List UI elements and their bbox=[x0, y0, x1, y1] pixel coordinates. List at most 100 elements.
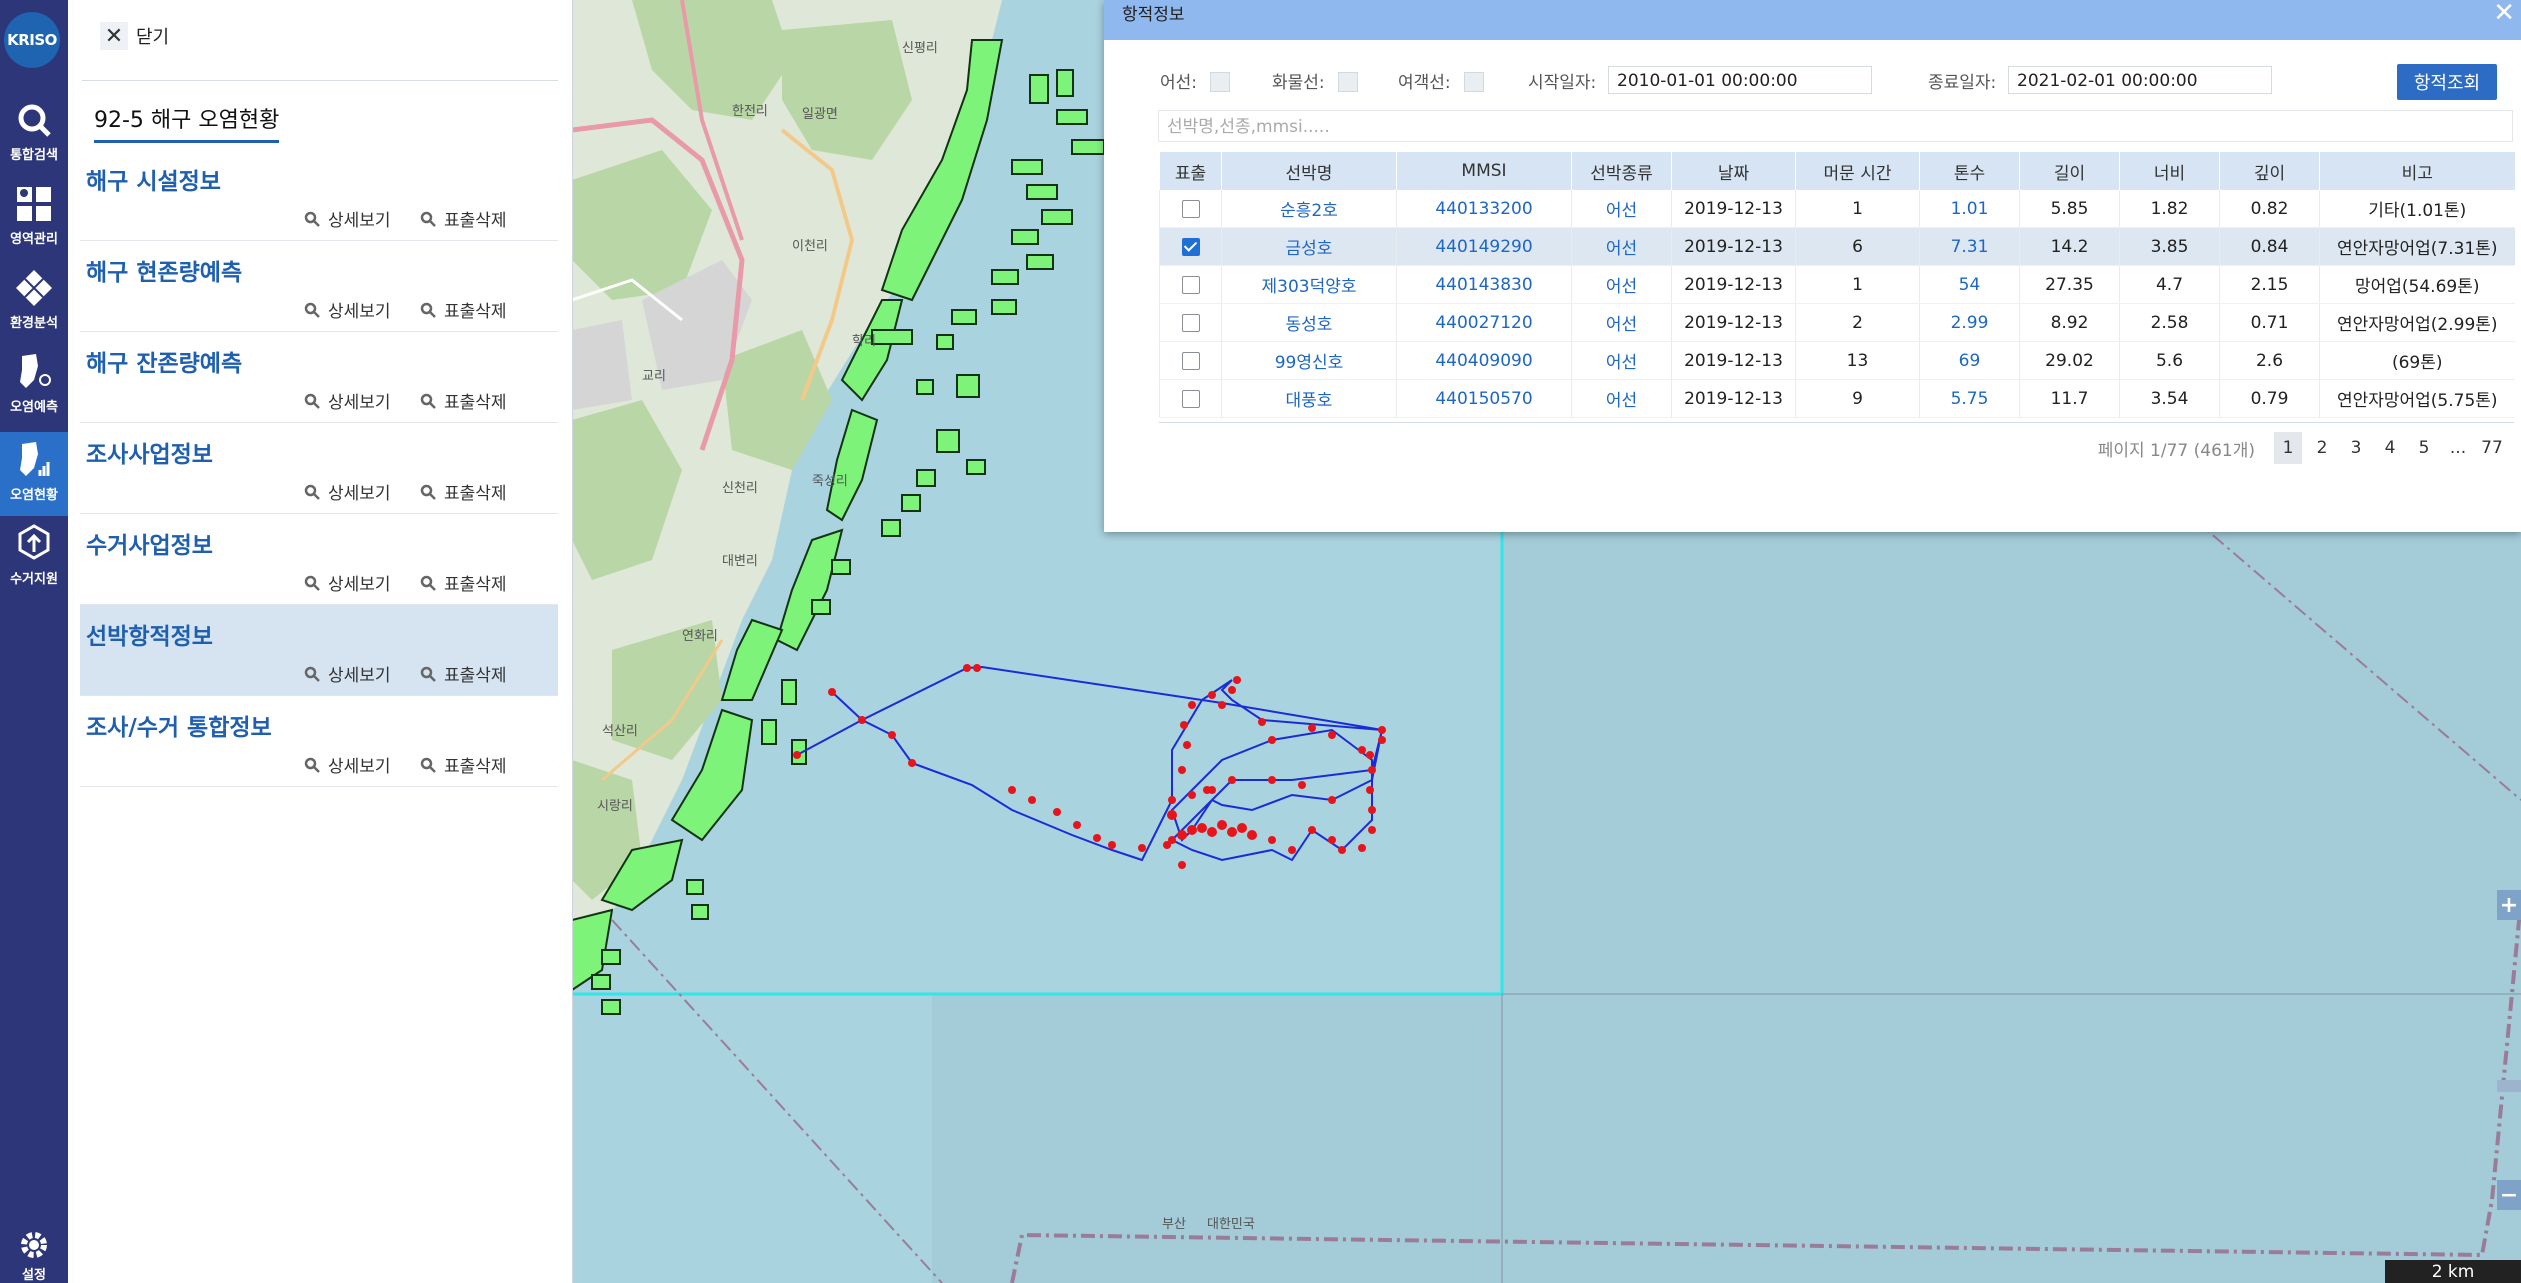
passenger-filter-checkbox[interactable] bbox=[1464, 72, 1484, 92]
remove-display-button[interactable]: 표출삭제 bbox=[420, 570, 507, 595]
mmsi-link[interactable]: 440143830 bbox=[1396, 265, 1572, 304]
rail-label: 통합검색 bbox=[10, 148, 58, 163]
menu-item-label[interactable]: 선박항적정보 bbox=[86, 617, 213, 651]
menu-item-selected: 선박항적정보 상세보기 표출삭제 bbox=[80, 605, 558, 696]
cargo-filter-checkbox[interactable] bbox=[1338, 72, 1358, 92]
vessel-name-link[interactable]: 제303덕양호 bbox=[1221, 265, 1397, 304]
remove-display-button[interactable]: 표출삭제 bbox=[420, 479, 507, 504]
page-button[interactable]: 2 bbox=[2308, 432, 2336, 464]
stay-time-cell: 1 bbox=[1795, 190, 1920, 228]
display-checkbox[interactable] bbox=[1181, 313, 1200, 332]
mmsi-link[interactable]: 440150570 bbox=[1396, 379, 1572, 418]
rail-item-pollution-forecast[interactable]: 오염예측 bbox=[0, 344, 68, 428]
page-button-last[interactable]: 77 bbox=[2478, 432, 2506, 464]
remove-display-button[interactable]: 표출삭제 bbox=[420, 388, 507, 413]
remove-display-button[interactable]: 표출삭제 bbox=[420, 206, 507, 231]
tonnage-cell: 7.31 bbox=[1919, 227, 2020, 266]
map-label: 대변리 bbox=[722, 554, 758, 569]
table-row-selected[interactable]: 금성호 440149290 어선 2019-12-13 6 7.31 14.2 … bbox=[1159, 227, 2515, 266]
menu-item: 조사사업정보 상세보기 표출삭제 bbox=[80, 423, 558, 514]
menu-item-label[interactable]: 해구 현존량예측 bbox=[86, 253, 242, 287]
rail-item-integrated-search[interactable]: 통합검색 bbox=[0, 92, 68, 176]
detail-view-button[interactable]: 상세보기 bbox=[304, 479, 391, 504]
page-button[interactable]: 4 bbox=[2376, 432, 2404, 464]
table-row[interactable]: 99영신호 440409090 어선 2019-12-13 13 69 29.0… bbox=[1159, 341, 2515, 380]
vessel-name-link[interactable]: 99영신호 bbox=[1221, 341, 1397, 380]
rail-item-collection-support[interactable]: 수거지원 bbox=[0, 516, 68, 600]
vessel-name-link[interactable]: 대풍호 bbox=[1221, 379, 1397, 418]
table-row[interactable]: 순흥2호 440133200 어선 2019-12-13 1 1.01 5.85… bbox=[1159, 190, 2515, 228]
detail-view-button[interactable]: 상세보기 bbox=[304, 570, 391, 595]
recycle-icon bbox=[18, 524, 50, 560]
mmsi-link[interactable]: 440133200 bbox=[1396, 190, 1572, 228]
popup-header[interactable]: 항적정보 ✕ bbox=[1104, 0, 2521, 40]
stay-time-cell: 2 bbox=[1795, 303, 1920, 342]
date-cell: 2019-12-13 bbox=[1671, 190, 1796, 228]
vessel-type-cell: 어선 bbox=[1571, 265, 1672, 304]
page-button[interactable]: 5 bbox=[2410, 432, 2438, 464]
rail-label: 영역관리 bbox=[10, 232, 58, 247]
display-checkbox[interactable] bbox=[1181, 199, 1200, 218]
zoom-in-button[interactable]: + bbox=[2497, 890, 2521, 920]
start-date-label: 시작일자: bbox=[1528, 73, 1597, 93]
width-cell: 5.6 bbox=[2119, 341, 2220, 380]
menu-item-label[interactable]: 수거사업정보 bbox=[86, 526, 213, 560]
display-checkbox[interactable] bbox=[1181, 351, 1200, 370]
remove-label: 표출삭제 bbox=[444, 211, 507, 231]
remove-label: 표출삭제 bbox=[444, 393, 507, 413]
display-checkbox[interactable] bbox=[1181, 275, 1200, 294]
tonnage-cell: 69 bbox=[1919, 341, 2020, 380]
menu-item-label[interactable]: 조사/수거 통합정보 bbox=[86, 708, 272, 742]
note-cell: 연안자망어업(5.75톤) bbox=[2319, 379, 2515, 418]
vessel-name-link[interactable]: 동성호 bbox=[1221, 303, 1397, 342]
map-label: 석산리 bbox=[602, 724, 638, 739]
zoom-slider-handle[interactable] bbox=[2497, 1080, 2521, 1092]
end-date-label: 종료일자: bbox=[1928, 73, 1997, 93]
rail-item-environment-analysis[interactable]: 환경분석 bbox=[0, 260, 68, 344]
track-search-button[interactable]: 항적조회 bbox=[2397, 64, 2497, 100]
display-cell bbox=[1159, 190, 1222, 228]
remove-label: 표출삭제 bbox=[444, 666, 507, 686]
close-panel-button[interactable]: ✕ 닫기 bbox=[100, 22, 169, 50]
remove-display-button[interactable]: 표출삭제 bbox=[420, 752, 507, 777]
settings-button[interactable]: 설정 bbox=[10, 1228, 58, 1283]
end-date-input[interactable]: 2021-02-01 00:00:00 bbox=[2008, 66, 2272, 94]
keyword-search-input[interactable]: 선박명,선종,mmsi..... bbox=[1158, 110, 2513, 142]
page-button-current[interactable]: 1 bbox=[2274, 432, 2302, 464]
rail-item-pollution-status[interactable]: 오염현황 bbox=[0, 432, 68, 516]
column-header: 날짜 bbox=[1671, 152, 1796, 190]
page-button[interactable]: 3 bbox=[2342, 432, 2370, 464]
detail-view-button[interactable]: 상세보기 bbox=[304, 206, 391, 231]
display-checkbox-checked[interactable] bbox=[1181, 237, 1200, 256]
vessel-name-link[interactable]: 순흥2호 bbox=[1221, 190, 1397, 228]
remove-display-button[interactable]: 표출삭제 bbox=[420, 297, 507, 322]
table-row[interactable]: 대풍호 440150570 어선 2019-12-13 9 5.75 11.7 … bbox=[1159, 379, 2515, 418]
detail-view-button[interactable]: 상세보기 bbox=[304, 297, 391, 322]
zoom-out-button[interactable]: − bbox=[2497, 1180, 2521, 1210]
detail-view-button[interactable]: 상세보기 bbox=[304, 388, 391, 413]
gear-icon bbox=[21, 1232, 47, 1258]
remove-display-button[interactable]: 표출삭제 bbox=[420, 661, 507, 686]
mmsi-link[interactable]: 440149290 bbox=[1396, 227, 1572, 266]
start-date-input[interactable]: 2010-01-01 00:00:00 bbox=[1608, 66, 1872, 94]
column-header: 너비 bbox=[2119, 152, 2220, 190]
column-header: 깊이 bbox=[2219, 152, 2320, 190]
column-header: 톤수 bbox=[1919, 152, 2020, 190]
table-row[interactable]: 제303덕양호 440143830 어선 2019-12-13 1 54 27.… bbox=[1159, 265, 2515, 304]
app-window: 한전리 일광면 신평리 이천리 학리 교리 신천리 죽성리 대변리 연화리 석산… bbox=[0, 0, 2521, 1283]
menu-item-label[interactable]: 해구 잔존량예측 bbox=[86, 344, 242, 378]
detail-label: 상세보기 bbox=[328, 393, 391, 413]
mmsi-link[interactable]: 440409090 bbox=[1396, 341, 1572, 380]
magnifier-icon bbox=[420, 757, 436, 773]
vessel-name-link[interactable]: 금성호 bbox=[1221, 227, 1397, 266]
mmsi-link[interactable]: 440027120 bbox=[1396, 303, 1572, 342]
close-icon[interactable]: ✕ bbox=[2493, 0, 2515, 28]
detail-view-button[interactable]: 상세보기 bbox=[304, 661, 391, 686]
display-checkbox[interactable] bbox=[1181, 389, 1200, 408]
fishing-filter-checkbox[interactable] bbox=[1210, 72, 1230, 92]
menu-item-label[interactable]: 조사사업정보 bbox=[86, 435, 213, 469]
detail-view-button[interactable]: 상세보기 bbox=[304, 752, 391, 777]
table-row[interactable]: 동성호 440027120 어선 2019-12-13 2 2.99 8.92 … bbox=[1159, 303, 2515, 342]
rail-item-area-management[interactable]: 영역관리 bbox=[0, 176, 68, 260]
menu-item-label[interactable]: 해구 시설정보 bbox=[86, 162, 221, 196]
